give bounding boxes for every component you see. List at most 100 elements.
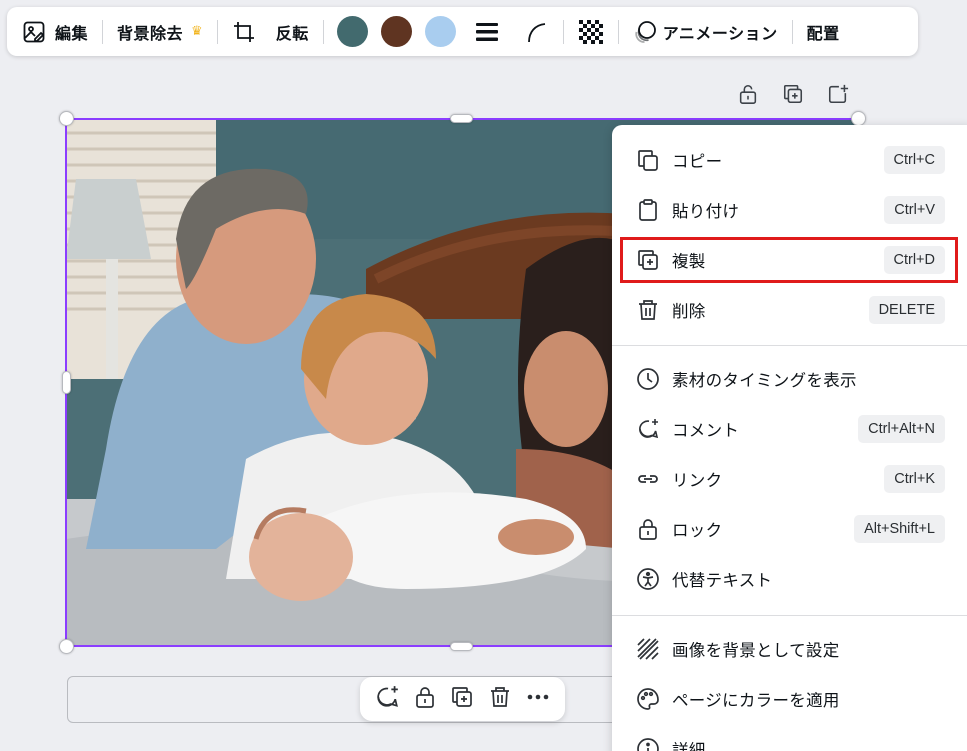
lock-page-icon (737, 83, 759, 109)
menu-item-delete[interactable]: 削除 DELETE (612, 285, 967, 335)
clock-icon (634, 365, 662, 393)
resize-handle-top[interactable] (450, 114, 473, 123)
toolbar-divider (322, 19, 324, 44)
floating-toolbar (360, 677, 565, 721)
crop-button[interactable] (227, 14, 261, 50)
animate-button[interactable]: アニメーション (628, 14, 783, 50)
color-swatch-brown[interactable] (380, 16, 412, 47)
trash-icon (634, 296, 662, 324)
toolbar-divider (617, 19, 619, 44)
resize-handle-top-left[interactable] (59, 111, 74, 126)
flip-button[interactable]: 反転 (271, 14, 314, 50)
resize-handle-bottom-left[interactable] (59, 639, 74, 654)
edit-image-button[interactable]: 編集 (17, 14, 93, 50)
palette-icon (634, 685, 662, 713)
menu-item-label: リンク (672, 471, 723, 490)
menu-item-label: 画像を背景として設定 (672, 641, 840, 660)
menu-item-apply-colors[interactable]: ページにカラーを適用 (612, 674, 967, 724)
menu-item-label: 削除 (672, 302, 706, 321)
color-swatch-teal[interactable] (336, 16, 368, 47)
lock-icon (413, 685, 437, 713)
crown-icon: ♛ (191, 24, 203, 39)
duplicate-icon (450, 685, 474, 713)
more-options-button[interactable] (524, 685, 552, 713)
remove-background-button[interactable]: 背景除去 ♛ (112, 14, 208, 50)
add-page-icon (827, 83, 849, 109)
duplicate-page-button[interactable] (781, 84, 805, 108)
page-actions (736, 84, 850, 108)
menu-divider (612, 615, 967, 616)
position-button[interactable]: 配置 (802, 14, 845, 50)
transparency-button[interactable] (573, 14, 609, 50)
menu-item-alt-text[interactable]: 代替テキスト (612, 554, 967, 604)
link-icon (634, 465, 662, 493)
edit-label: 編集 (55, 23, 89, 43)
shortcut-badge: Ctrl+V (884, 196, 945, 224)
color-swatch-light-blue[interactable] (424, 16, 456, 47)
toolbar-divider (791, 19, 793, 44)
lock-page-button[interactable] (736, 84, 760, 108)
transparency-icon (578, 19, 604, 45)
menu-item-details[interactable]: 詳細 (612, 724, 967, 751)
image-edit-icon (22, 20, 46, 44)
lock-icon (634, 515, 662, 543)
flip-label: 反転 (275, 23, 309, 43)
shortcut-badge: Ctrl+Alt+N (858, 415, 945, 443)
corner-rounding-button[interactable] (520, 14, 554, 50)
shortcut-badge: DELETE (868, 296, 945, 324)
duplicate-icon (634, 246, 662, 274)
animate-label: アニメーション (662, 23, 778, 43)
menu-item-label: ロック (672, 521, 723, 540)
accessibility-icon (634, 565, 662, 593)
trash-icon (488, 685, 512, 713)
copy-icon (634, 146, 662, 174)
info-icon (634, 735, 662, 751)
menu-item-link[interactable]: リンク Ctrl+K (612, 454, 967, 504)
line-weight-button[interactable] (470, 14, 504, 50)
shortcut-badge: Ctrl+D (883, 246, 945, 274)
shortcut-badge: Ctrl+K (884, 465, 945, 493)
duplicate-page-icon (782, 83, 804, 109)
menu-item-comment[interactable]: コメント Ctrl+Alt+N (612, 404, 967, 454)
menu-item-copy[interactable]: コピー Ctrl+C (612, 135, 967, 185)
paste-icon (634, 196, 662, 224)
context-menu: コピー Ctrl+C 貼り付け Ctrl+V 複製 Ctrl+D 削除 DELE… (612, 125, 967, 751)
more-icon (526, 685, 550, 713)
toolbar-divider (216, 19, 218, 44)
toolbar-divider (562, 19, 564, 44)
add-comment-icon (374, 684, 400, 714)
menu-item-label: 詳細 (672, 741, 706, 751)
menu-item-label: コピー (672, 152, 723, 171)
menu-item-label: ページにカラーを適用 (672, 691, 840, 710)
add-comment-button[interactable] (373, 685, 401, 713)
menu-item-duplicate[interactable]: 複製 Ctrl+D (612, 235, 967, 285)
menu-divider (612, 345, 967, 346)
line-weight-icon (475, 20, 499, 44)
menu-item-paste[interactable]: 貼り付け Ctrl+V (612, 185, 967, 235)
add-page-button[interactable] (826, 84, 850, 108)
shortcut-badge: Alt+Shift+L (854, 515, 945, 543)
corner-rounding-icon (525, 20, 549, 44)
comment-icon (634, 415, 662, 443)
menu-item-label: コメント (672, 421, 740, 440)
animation-icon (633, 20, 657, 44)
menu-item-label: 代替テキスト (672, 571, 773, 590)
toolbar-divider (102, 19, 104, 44)
menu-item-label: 貼り付け (672, 202, 740, 221)
resize-handle-left[interactable] (62, 371, 71, 394)
resize-handle-top-right[interactable] (851, 111, 866, 126)
menu-item-lock[interactable]: ロック Alt+Shift+L (612, 504, 967, 554)
remove-background-label: 背景除去 (117, 23, 184, 43)
delete-button[interactable] (486, 685, 514, 713)
menu-item-set-as-background[interactable]: 画像を背景として設定 (612, 624, 967, 674)
resize-handle-bottom[interactable] (450, 642, 473, 651)
menu-item-label: 素材のタイミングを表示 (672, 371, 857, 390)
lock-button[interactable] (411, 685, 439, 713)
menu-item-show-timing[interactable]: 素材のタイミングを表示 (612, 354, 967, 404)
crop-icon (232, 20, 256, 44)
duplicate-button[interactable] (448, 685, 476, 713)
menu-item-label: 複製 (672, 252, 706, 271)
background-pattern-icon (634, 635, 662, 663)
element-toolbar: 編集 背景除去 ♛ 反転 アニメーション 配置 (7, 7, 918, 56)
position-label: 配置 (806, 23, 840, 43)
